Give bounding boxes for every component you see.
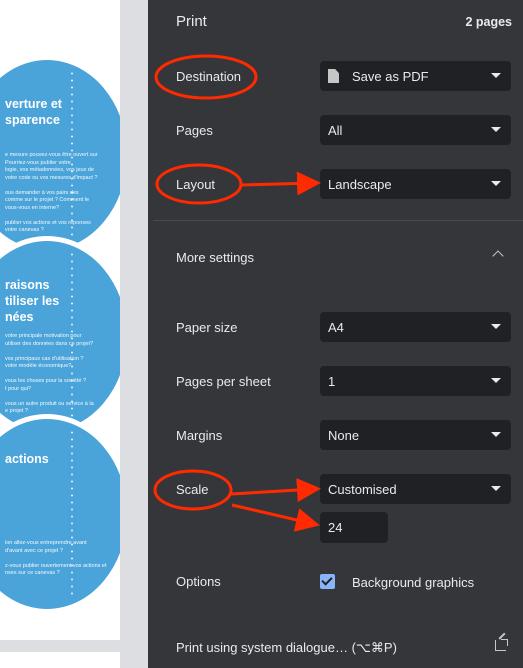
scale-select[interactable]: Customised xyxy=(320,474,511,504)
chevron-down-icon xyxy=(491,181,501,186)
pages-label: Pages xyxy=(176,123,213,138)
destination-label: Destination xyxy=(176,69,242,84)
preview-circle: verture et sparence e mesure pouvez-vous… xyxy=(0,55,120,255)
chevron-down-icon xyxy=(491,324,501,329)
page-count: 2 pages xyxy=(465,15,512,29)
checkmark-icon xyxy=(321,574,333,586)
preview-circle: raisons tiliser les nées votre principal… xyxy=(0,236,120,436)
scale-custom-input[interactable]: 24 xyxy=(320,512,388,543)
preview-page xyxy=(0,652,120,668)
chevron-down-icon xyxy=(491,127,501,132)
pages-per-sheet-value: 1 xyxy=(328,373,336,389)
margins-select[interactable]: None xyxy=(320,420,511,450)
layout-value: Landscape xyxy=(328,176,392,192)
chevron-down-icon xyxy=(491,378,501,383)
options-label: Options xyxy=(176,574,221,589)
circle-text: e mesure pouvez-vous être ouvert sur Pou… xyxy=(5,152,98,233)
pages-per-sheet-label: Pages per sheet xyxy=(176,374,271,389)
paper-size-select[interactable]: A4 xyxy=(320,312,511,342)
destination-value: Save as PDF xyxy=(352,68,429,84)
system-dialog-link[interactable]: Print using system dialogue… (⌥⌘P) xyxy=(176,640,397,656)
pages-value: All xyxy=(328,122,343,138)
circle-text: votre principale motivation pour utilise… xyxy=(5,333,94,414)
divider xyxy=(153,220,523,221)
circle-text: ion allez-vous entreprendre avant d'avan… xyxy=(5,540,107,576)
paper-size-value: A4 xyxy=(328,319,344,335)
circle-title: actions xyxy=(5,452,49,466)
margins-value: None xyxy=(328,427,360,443)
dialog-title: Print xyxy=(176,13,207,30)
chevron-down-icon xyxy=(491,432,501,437)
more-settings-toggle[interactable]: More settings xyxy=(176,250,254,265)
print-preview: verture et sparence e mesure pouvez-vous… xyxy=(0,0,148,668)
chevron-down-icon xyxy=(491,486,501,491)
print-settings-panel: Print 2 pages Destination Save as PDF Pa… xyxy=(153,0,523,668)
preview-page: verture et sparence e mesure pouvez-vous… xyxy=(0,0,120,640)
scale-value: Customised xyxy=(328,481,397,497)
margins-label: Margins xyxy=(176,428,223,443)
layout-label: Layout xyxy=(176,177,216,192)
scale-label: Scale xyxy=(176,482,209,497)
scale-custom-value: 24 xyxy=(328,520,343,535)
layout-select[interactable]: Landscape xyxy=(320,169,511,199)
circle-title: raisons tiliser les nées xyxy=(5,278,60,324)
chevron-up-icon[interactable] xyxy=(492,250,504,262)
paper-size-label: Paper size xyxy=(176,320,238,335)
preview-circle: actions ion allez-vous entreprendre avan… xyxy=(0,414,120,614)
background-graphics-label[interactable]: Background graphics xyxy=(352,575,474,590)
chevron-down-icon xyxy=(491,73,501,78)
destination-select[interactable]: Save as PDF xyxy=(320,61,511,91)
pages-per-sheet-select[interactable]: 1 xyxy=(320,366,511,396)
background-graphics-checkbox[interactable] xyxy=(320,574,335,589)
file-icon xyxy=(328,69,339,83)
pages-select[interactable]: All xyxy=(320,115,511,145)
circle-title: verture et sparence xyxy=(5,97,62,127)
